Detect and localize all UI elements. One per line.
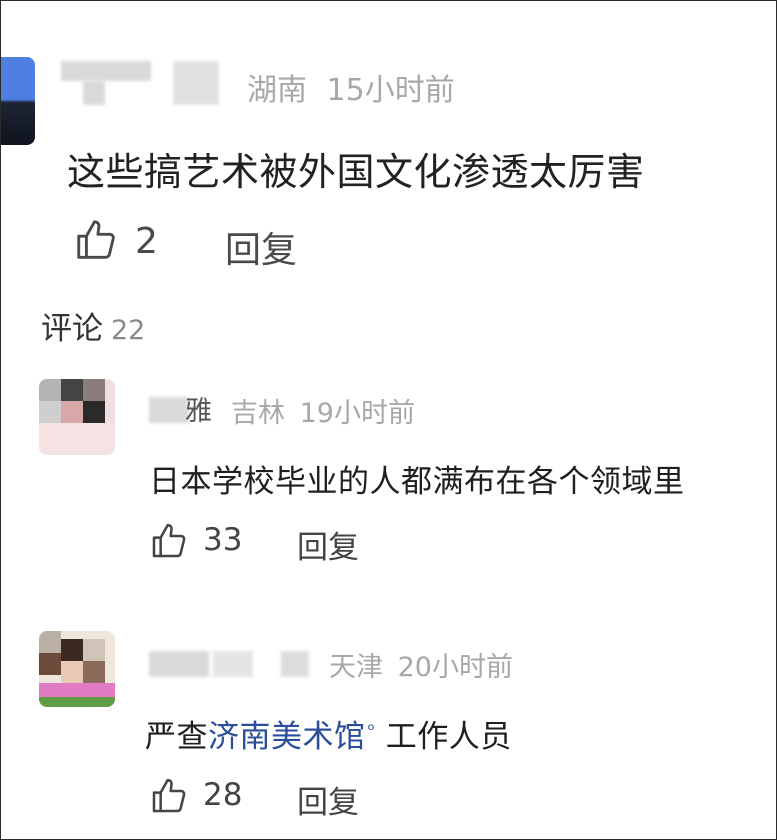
reply-text-prefix: 严查 bbox=[145, 719, 208, 755]
search-link[interactable]: 济南美术馆 bbox=[208, 719, 366, 755]
username-redacted[interactable] bbox=[149, 397, 189, 423]
username-redacted bbox=[173, 61, 219, 105]
avatar[interactable] bbox=[1, 57, 35, 145]
comment-meta: 湖南 15小时前 bbox=[247, 65, 455, 109]
username-redacted[interactable] bbox=[149, 651, 209, 677]
reply-text: 日本学校毕业的人都满布在各个领域里 bbox=[149, 464, 685, 500]
reply-meta: 吉林 19小时前 bbox=[231, 391, 415, 430]
comments-count: 22 bbox=[111, 315, 146, 346]
thumbs-up-icon[interactable] bbox=[73, 217, 119, 263]
comment-location: 湖南 bbox=[247, 73, 307, 108]
like-button[interactable] bbox=[73, 217, 119, 263]
avatar[interactable] bbox=[39, 379, 115, 455]
reply-time: 19小时前 bbox=[299, 398, 415, 429]
reply-text: 严查济南美术馆 ᵒ 工作人员 bbox=[145, 711, 512, 756]
username-suffix[interactable]: 雅 bbox=[185, 389, 212, 428]
username-redacted bbox=[281, 651, 309, 677]
comment-panel: 湖南 15小时前 这些搞艺术被外国文化渗透太厉害 2 回复 评论 22 雅 吉林 … bbox=[0, 0, 777, 840]
reply-text-suffix: 工作人员 bbox=[375, 719, 512, 755]
like-button[interactable] bbox=[149, 776, 189, 820]
username-redacted bbox=[83, 81, 105, 105]
reply-time: 20小时前 bbox=[397, 652, 513, 683]
reply-button[interactable]: 回复 bbox=[225, 221, 297, 273]
reply-button[interactable]: 回复 bbox=[297, 522, 359, 567]
username-redacted[interactable] bbox=[61, 61, 151, 81]
like-count: 28 bbox=[203, 777, 243, 813]
comment-time: 15小时前 bbox=[326, 73, 455, 108]
comments-label: 评论 bbox=[41, 311, 103, 347]
like-button[interactable] bbox=[149, 521, 189, 565]
comment-text: 这些搞艺术被外国文化渗透太厉害 bbox=[67, 150, 645, 194]
thumbs-up-icon[interactable] bbox=[149, 776, 189, 816]
like-count: 33 bbox=[203, 522, 243, 558]
thumbs-up-icon[interactable] bbox=[149, 521, 189, 561]
reply-meta: 天津 20小时前 bbox=[329, 645, 513, 684]
reply-button[interactable]: 回复 bbox=[297, 777, 359, 822]
avatar[interactable] bbox=[39, 631, 115, 707]
like-count: 2 bbox=[135, 221, 158, 262]
reply-location: 吉林 bbox=[231, 398, 285, 429]
comments-header: 评论 22 bbox=[41, 303, 145, 348]
username-redacted bbox=[213, 651, 253, 677]
reply-location: 天津 bbox=[329, 652, 383, 683]
